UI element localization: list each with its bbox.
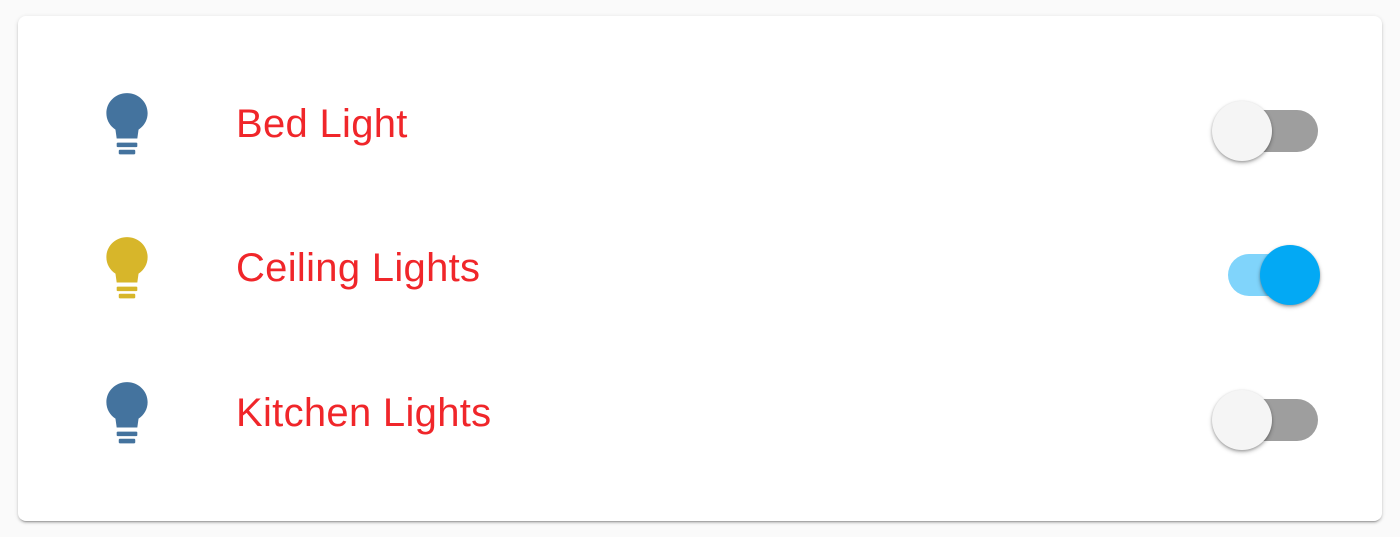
lightbulb-icon[interactable] bbox=[102, 380, 152, 446]
lightbulb-icon[interactable] bbox=[102, 235, 152, 301]
lightbulb-icon[interactable] bbox=[102, 91, 152, 157]
bed-light-toggle[interactable] bbox=[1208, 89, 1318, 161]
entity-name[interactable]: Bed Light bbox=[236, 104, 408, 144]
entity-row-bed-light: Bed Light bbox=[18, 74, 1382, 174]
entities-card: Bed Light Ceiling Lights Kitchen Lights bbox=[18, 16, 1382, 521]
kitchen-lights-toggle[interactable] bbox=[1208, 378, 1318, 450]
entity-name[interactable]: Ceiling Lights bbox=[236, 248, 480, 288]
toggle-thumb[interactable] bbox=[1260, 245, 1320, 305]
entity-row-ceiling-lights: Ceiling Lights bbox=[18, 218, 1382, 318]
entity-row-kitchen-lights: Kitchen Lights bbox=[18, 363, 1382, 463]
entity-name[interactable]: Kitchen Lights bbox=[236, 393, 491, 433]
ceiling-lights-toggle[interactable] bbox=[1208, 233, 1320, 305]
toggle-thumb[interactable] bbox=[1212, 101, 1272, 161]
toggle-thumb[interactable] bbox=[1212, 390, 1272, 450]
